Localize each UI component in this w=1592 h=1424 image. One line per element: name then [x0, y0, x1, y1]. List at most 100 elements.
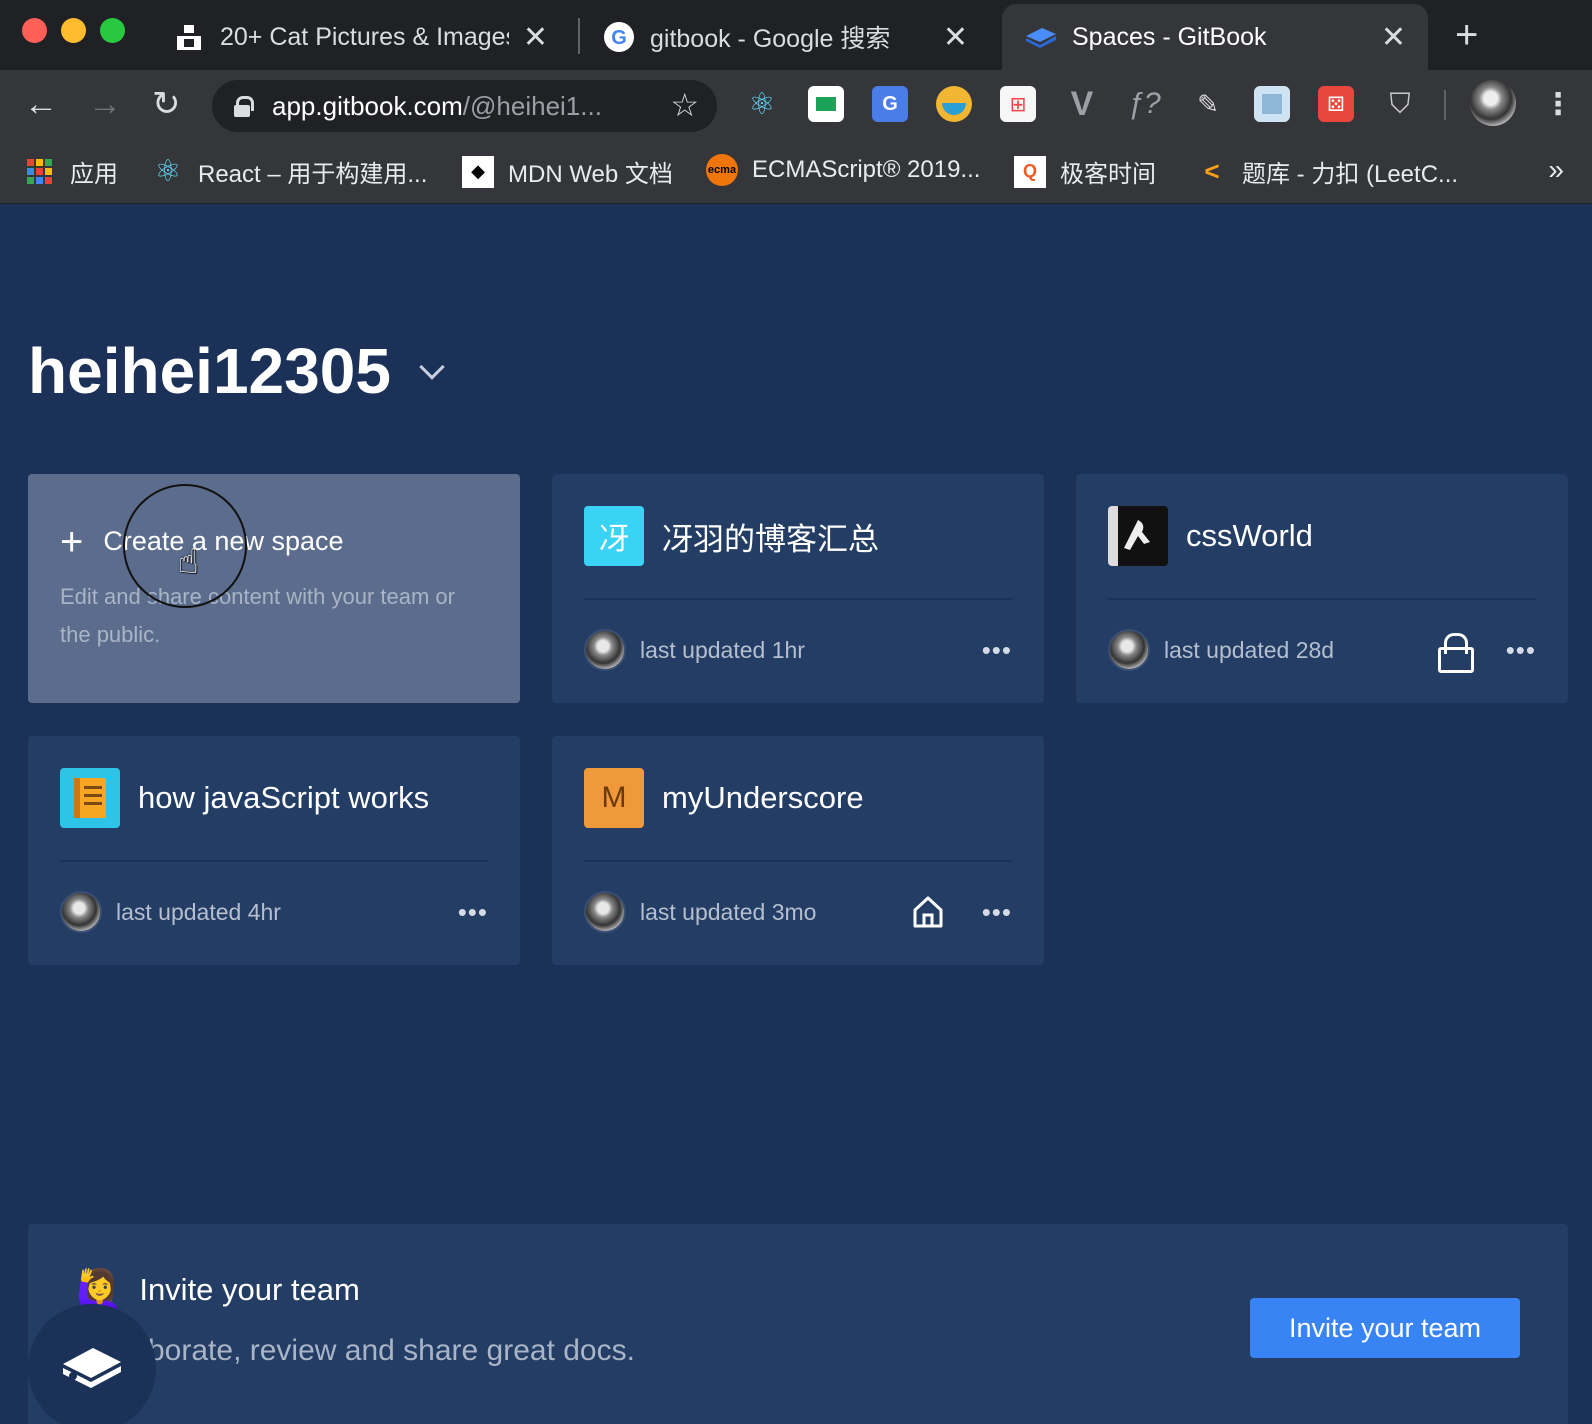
- space-card[interactable]: cssWorld last updated 28d •••: [1076, 474, 1568, 703]
- space-name: how javaScript works: [138, 780, 430, 815]
- more-options-icon[interactable]: •••: [982, 899, 1012, 925]
- space-header: M myUnderscore: [584, 768, 864, 828]
- space-footer: last updated 4hr •••: [60, 890, 488, 934]
- last-updated: last updated 3mo: [640, 898, 817, 925]
- bookmark-star-icon[interactable]: ☆: [670, 86, 699, 124]
- close-tab-icon[interactable]: ✕: [943, 20, 968, 55]
- spaces-page: heihei12305 + Create a new space Edit an…: [0, 204, 1592, 1424]
- bookmark-geektime[interactable]: Q 极客时间: [1014, 154, 1156, 189]
- leetcode-icon: <: [1204, 156, 1220, 186]
- home-icon: [912, 895, 944, 929]
- address-bar[interactable]: app.gitbook.com/@heihei1... ☆: [212, 80, 717, 132]
- bookmark-label: React – 用于构建用...: [198, 161, 428, 188]
- space-card[interactable]: M myUnderscore last updated 3mo •••: [552, 736, 1044, 965]
- create-space-card[interactable]: + Create a new space Edit and share cont…: [28, 474, 520, 703]
- invite-subtitle: borate, review and share great docs.: [148, 1334, 635, 1367]
- org-switcher[interactable]: heihei12305: [28, 334, 445, 408]
- close-tab-icon[interactable]: ✕: [523, 20, 548, 55]
- toolbar-separator: [1444, 90, 1446, 120]
- invite-title: 🙋‍♀️ Invite your team: [76, 1268, 360, 1312]
- url-text: app.gitbook.com/@heihei1...: [272, 90, 602, 121]
- avatar: [1108, 629, 1150, 671]
- svg-text:G: G: [611, 27, 627, 49]
- divider: [584, 860, 1012, 862]
- gitbook-icon: [1024, 20, 1058, 54]
- close-tab-icon[interactable]: ✕: [1381, 20, 1406, 55]
- maximize-window-button[interactable]: [100, 18, 125, 43]
- invite-panel: 🙋‍♀️ Invite your team borate, review and…: [28, 1224, 1568, 1424]
- google-icon: G: [602, 20, 636, 54]
- bookmark-label: MDN Web 文档: [508, 161, 673, 188]
- space-name: 冴羽的博客汇总: [662, 521, 879, 557]
- lock-icon: [234, 96, 254, 117]
- space-icon: 冴: [584, 506, 644, 566]
- bookmark-apps[interactable]: 应用: [24, 154, 118, 189]
- more-options-icon[interactable]: •••: [982, 637, 1012, 663]
- tab-title: Spaces - GitBook: [1072, 22, 1267, 51]
- space-footer: last updated 28d •••: [1108, 628, 1536, 673]
- browser-menu-icon[interactable]: ⋮: [1540, 86, 1576, 122]
- bookmarks-bar: 应用 ⚛ React – 用于构建用... ◆ MDN Web 文档 ecma …: [0, 140, 1592, 204]
- space-icon: [1108, 506, 1168, 566]
- more-options-icon[interactable]: •••: [458, 899, 488, 925]
- avatar: [60, 891, 102, 933]
- extension-dice-icon[interactable]: ⚄: [1318, 86, 1354, 122]
- minimize-window-button[interactable]: [61, 18, 86, 43]
- react-icon: ⚛: [154, 155, 182, 188]
- space-card[interactable]: how javaScript works last updated 4hr ••…: [28, 736, 520, 965]
- vue-devtools-icon[interactable]: V: [1064, 85, 1100, 123]
- chevron-down-icon: [419, 354, 445, 380]
- bookmarks-overflow-button[interactable]: »: [1548, 154, 1564, 186]
- bookmark-label: 题库 - 力扣 (LeetC...: [1242, 161, 1459, 188]
- divider: [584, 598, 1012, 600]
- unsplash-icon: [172, 20, 206, 54]
- gitbook-help-button[interactable]: [28, 1304, 156, 1424]
- browser-chrome: 20+ Cat Pictures & Images ✕ G gitbook - …: [0, 0, 1592, 204]
- last-updated: last updated 1hr: [640, 636, 805, 663]
- geektime-icon: Q: [1014, 155, 1046, 188]
- last-updated: last updated 4hr: [116, 898, 281, 925]
- tab-title: 20+ Cat Pictures & Images: [220, 22, 509, 51]
- divider: [1108, 598, 1536, 600]
- invite-heading: Invite your team: [139, 1272, 360, 1307]
- profile-avatar[interactable]: [1470, 80, 1516, 126]
- space-header: cssWorld: [1108, 506, 1313, 566]
- bookmark-label: 极客时间: [1060, 161, 1156, 188]
- extension-sitemap-icon[interactable]: ⊞: [1000, 86, 1036, 122]
- divider: [60, 860, 488, 862]
- page-title: heihei12305: [28, 335, 391, 407]
- extension-shield-icon[interactable]: ⛉: [1382, 86, 1418, 122]
- browser-tab-google[interactable]: G gitbook - Google 搜索 ✕: [580, 4, 990, 70]
- bookmark-label: 应用: [70, 161, 118, 188]
- bookmark-react[interactable]: ⚛ React – 用于构建用...: [152, 154, 428, 189]
- window-controls: [22, 18, 125, 43]
- back-arrow-icon[interactable]: ←: [24, 84, 58, 124]
- apps-grid-icon: [24, 156, 56, 188]
- extension-pen-icon[interactable]: ✎: [1190, 86, 1226, 122]
- bookmark-label: ECMAScript® 2019...: [752, 156, 981, 183]
- bookmark-mdn[interactable]: ◆ MDN Web 文档: [462, 154, 673, 189]
- bookmark-ecma[interactable]: ecma ECMAScript® 2019...: [706, 154, 980, 186]
- browser-tab-cats[interactable]: 20+ Cat Pictures & Images ✕: [150, 4, 570, 70]
- extension-fx-icon[interactable]: ƒ?: [1126, 86, 1162, 122]
- bookmark-leetcode[interactable]: < 题库 - 力扣 (LeetC...: [1196, 154, 1458, 189]
- browser-tab-gitbook[interactable]: Spaces - GitBook ✕: [1002, 4, 1428, 70]
- space-card[interactable]: 冴 冴羽的博客汇总 last updated 1hr •••: [552, 474, 1044, 703]
- react-devtools-icon[interactable]: ⚛: [744, 86, 780, 122]
- close-window-button[interactable]: [22, 18, 47, 43]
- space-name: myUnderscore: [662, 780, 864, 815]
- reload-icon[interactable]: ↻: [152, 84, 181, 124]
- browser-toolbar: ← → ↻ app.gitbook.com/@heihei1... ☆ ⚛ G …: [0, 70, 1592, 140]
- extension-green-icon[interactable]: [808, 86, 844, 122]
- last-updated: last updated 28d: [1164, 636, 1335, 663]
- google-translate-icon[interactable]: G: [872, 86, 908, 122]
- lock-icon: [1437, 633, 1474, 673]
- more-options-icon[interactable]: •••: [1506, 637, 1536, 663]
- gitbook-logo-icon: [59, 1342, 125, 1395]
- extension-bowl-icon[interactable]: [936, 86, 972, 122]
- extension-book-icon[interactable]: [1254, 86, 1290, 122]
- forward-arrow-icon[interactable]: →: [88, 84, 122, 124]
- new-tab-button[interactable]: +: [1455, 12, 1478, 58]
- ecma-icon: ecma: [706, 154, 738, 186]
- invite-team-button[interactable]: Invite your team: [1250, 1298, 1520, 1358]
